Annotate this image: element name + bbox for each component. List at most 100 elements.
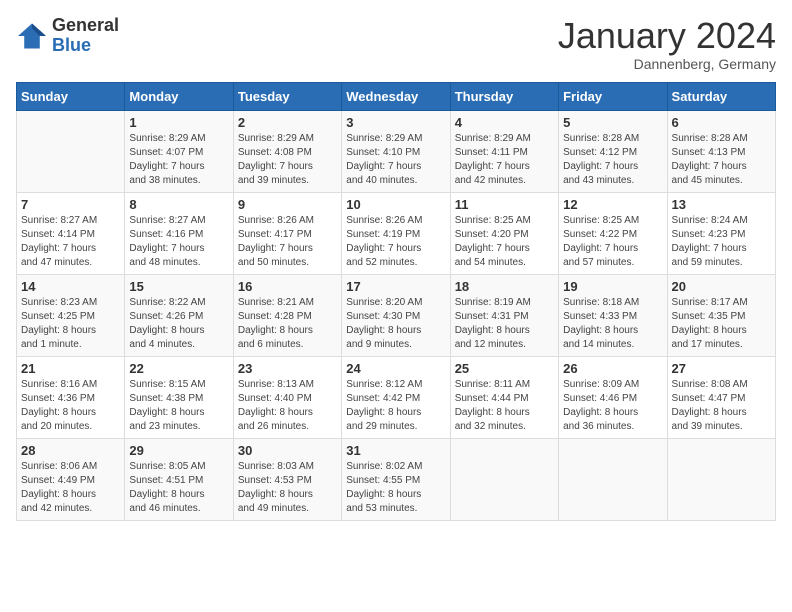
calendar-cell: 15Sunrise: 8:22 AM Sunset: 4:26 PM Dayli… [125,274,233,356]
day-detail: Sunrise: 8:26 AM Sunset: 4:19 PM Dayligh… [346,214,445,270]
weekday-header-friday: Friday [559,82,667,110]
day-detail: Sunrise: 8:09 AM Sunset: 4:46 PM Dayligh… [563,378,662,434]
logo-blue-text: Blue [52,36,119,56]
calendar-cell: 12 Sunrise: 8:25 AM Sunset: 4:22 PM Dayli… [559,192,667,274]
day-detail: Sunrise: 8:02 AM Sunset: 4:55 PM Dayligh… [346,460,445,516]
day-number: 29 [129,443,228,458]
weekday-header-wednesday: Wednesday [342,82,450,110]
logo-general-text: General [52,16,119,36]
calendar-cell: 23 Sunrise: 8:13 AM Sunset: 4:40 PM Dayli… [233,356,341,438]
day-detail: Sunrise: 8:06 AM Sunset: 4:49 PM Dayligh… [21,460,120,516]
calendar-cell: 19Sunrise: 8:18 AM Sunset: 4:33 PM Dayli… [559,274,667,356]
day-detail: Sunrise: 8:24 AM Sunset: 4:23 PM Dayligh… [672,214,771,270]
calendar-cell: 22 Sunrise: 8:15 AM Sunset: 4:38 PM Dayli… [125,356,233,438]
day-detail: Sunrise: 8:11 AM Sunset: 4:44 PM Dayligh… [455,378,554,434]
day-number: 24 [346,361,445,376]
day-detail: Sunrise: 8:23 AM Sunset: 4:25 PM Dayligh… [21,296,120,352]
calendar-cell: 16Sunrise: 8:21 AM Sunset: 4:28 PM Dayli… [233,274,341,356]
day-number: 16 [238,279,337,294]
calendar-cell: 17 Sunrise: 8:20 AM Sunset: 4:30 PM Dayli… [342,274,450,356]
calendar-cell: 30Sunrise: 8:03 AM Sunset: 4:53 PM Dayli… [233,438,341,520]
calendar-cell: 10 Sunrise: 8:26 AM Sunset: 4:19 PM Dayli… [342,192,450,274]
day-number: 25 [455,361,554,376]
day-detail: Sunrise: 8:17 AM Sunset: 4:35 PM Dayligh… [672,296,771,352]
calendar-cell [667,438,775,520]
day-number: 23 [238,361,337,376]
day-detail: Sunrise: 8:29 AM Sunset: 4:08 PM Dayligh… [238,132,337,188]
day-number: 13 [672,197,771,212]
day-number: 5 [563,115,662,130]
logo-icon [16,22,48,50]
calendar-week-row-3: 14 Sunrise: 8:23 AM Sunset: 4:25 PM Dayli… [17,274,776,356]
day-detail: Sunrise: 8:22 AM Sunset: 4:26 PM Dayligh… [129,296,228,352]
day-detail: Sunrise: 8:25 AM Sunset: 4:22 PM Dayligh… [563,214,662,270]
weekday-header-sunday: Sunday [17,82,125,110]
day-detail: Sunrise: 8:25 AM Sunset: 4:20 PM Dayligh… [455,214,554,270]
weekday-header-saturday: Saturday [667,82,775,110]
day-number: 4 [455,115,554,130]
calendar-cell: 8 Sunrise: 8:27 AM Sunset: 4:16 PM Daylig… [125,192,233,274]
calendar-cell: 13 Sunrise: 8:24 AM Sunset: 4:23 PM Dayli… [667,192,775,274]
weekday-header-monday: Monday [125,82,233,110]
day-number: 7 [21,197,120,212]
day-detail: Sunrise: 8:29 AM Sunset: 4:07 PM Dayligh… [129,132,228,188]
day-detail: Sunrise: 8:05 AM Sunset: 4:51 PM Dayligh… [129,460,228,516]
day-detail: Sunrise: 8:15 AM Sunset: 4:38 PM Dayligh… [129,378,228,434]
calendar-cell: 20 Sunrise: 8:17 AM Sunset: 4:35 PM Dayli… [667,274,775,356]
day-number: 2 [238,115,337,130]
day-number: 27 [672,361,771,376]
day-number: 12 [563,197,662,212]
day-number: 14 [21,279,120,294]
calendar-cell [559,438,667,520]
title-block: January 2024 Dannenberg, Germany [558,16,776,72]
calendar-cell: 28 Sunrise: 8:06 AM Sunset: 4:49 PM Dayli… [17,438,125,520]
day-number: 18 [455,279,554,294]
day-detail: Sunrise: 8:16 AM Sunset: 4:36 PM Dayligh… [21,378,120,434]
day-number: 9 [238,197,337,212]
day-detail: Sunrise: 8:27 AM Sunset: 4:16 PM Dayligh… [129,214,228,270]
day-number: 26 [563,361,662,376]
calendar-cell: 3 Sunrise: 8:29 AM Sunset: 4:10 PM Daylig… [342,110,450,192]
calendar-week-row-2: 7Sunrise: 8:27 AM Sunset: 4:14 PM Daylig… [17,192,776,274]
calendar-week-row-4: 21Sunrise: 8:16 AM Sunset: 4:36 PM Dayli… [17,356,776,438]
calendar-cell: 5 Sunrise: 8:28 AM Sunset: 4:12 PM Daylig… [559,110,667,192]
day-number: 28 [21,443,120,458]
calendar-cell: 24Sunrise: 8:12 AM Sunset: 4:42 PM Dayli… [342,356,450,438]
day-detail: Sunrise: 8:13 AM Sunset: 4:40 PM Dayligh… [238,378,337,434]
logo-text: General Blue [52,16,119,56]
day-detail: Sunrise: 8:29 AM Sunset: 4:11 PM Dayligh… [455,132,554,188]
day-detail: Sunrise: 8:08 AM Sunset: 4:47 PM Dayligh… [672,378,771,434]
calendar-cell [17,110,125,192]
day-number: 11 [455,197,554,212]
calendar-body: 1 Sunrise: 8:29 AM Sunset: 4:07 PM Daylig… [17,110,776,520]
calendar-cell: 6Sunrise: 8:28 AM Sunset: 4:13 PM Daylig… [667,110,775,192]
day-number: 6 [672,115,771,130]
calendar-cell: 11 Sunrise: 8:25 AM Sunset: 4:20 PM Dayli… [450,192,558,274]
day-detail: Sunrise: 8:26 AM Sunset: 4:17 PM Dayligh… [238,214,337,270]
day-number: 1 [129,115,228,130]
calendar-cell: 31 Sunrise: 8:02 AM Sunset: 4:55 PM Dayli… [342,438,450,520]
calendar-cell: 26 Sunrise: 8:09 AM Sunset: 4:46 PM Dayli… [559,356,667,438]
calendar-cell: 1 Sunrise: 8:29 AM Sunset: 4:07 PM Daylig… [125,110,233,192]
day-number: 30 [238,443,337,458]
day-number: 8 [129,197,228,212]
day-number: 19 [563,279,662,294]
day-detail: Sunrise: 8:28 AM Sunset: 4:12 PM Dayligh… [563,132,662,188]
day-number: 22 [129,361,228,376]
page-header: General Blue January 2024 Dannenberg, Ge… [16,16,776,72]
day-number: 10 [346,197,445,212]
calendar-table: SundayMondayTuesdayWednesdayThursdayFrid… [16,82,776,521]
calendar-cell: 25 Sunrise: 8:11 AM Sunset: 4:44 PM Dayli… [450,356,558,438]
day-number: 17 [346,279,445,294]
day-number: 3 [346,115,445,130]
calendar-week-row-1: 1 Sunrise: 8:29 AM Sunset: 4:07 PM Daylig… [17,110,776,192]
weekday-header-thursday: Thursday [450,82,558,110]
day-number: 31 [346,443,445,458]
day-number: 20 [672,279,771,294]
logo: General Blue [16,16,119,56]
day-detail: Sunrise: 8:20 AM Sunset: 4:30 PM Dayligh… [346,296,445,352]
calendar-cell: 2 Sunrise: 8:29 AM Sunset: 4:08 PM Daylig… [233,110,341,192]
day-detail: Sunrise: 8:29 AM Sunset: 4:10 PM Dayligh… [346,132,445,188]
weekday-header-row: SundayMondayTuesdayWednesdayThursdayFrid… [17,82,776,110]
calendar-cell [450,438,558,520]
